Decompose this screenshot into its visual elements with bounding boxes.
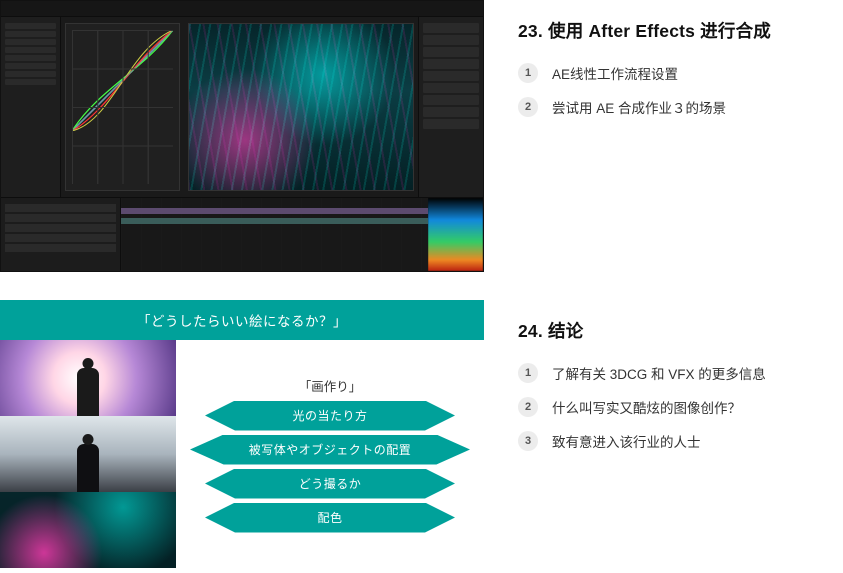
ae-menubar — [1, 1, 483, 17]
ae-project-panel — [1, 17, 61, 197]
list-item[interactable]: 1 AE线性工作流程设置 — [518, 63, 843, 83]
diamond-text: 光の当たり方 — [292, 407, 367, 424]
list-item[interactable]: 1 了解有关 3DCG 和 VFX 的更多信息 — [518, 363, 843, 383]
diamond-text: どう撮るか — [299, 475, 362, 492]
section-23-number: 23. — [518, 21, 543, 41]
diamond-text: 被写体やオブジェクトの配置 — [249, 441, 412, 458]
slide-diamond: 光の当たり方 — [205, 401, 455, 431]
step-number-badge: 1 — [518, 363, 538, 383]
section-24-steps: 1 了解有关 3DCG 和 VFX 的更多信息 2 什么叫写实又酷炫的图像创作？… — [518, 363, 843, 451]
list-item[interactable]: 2 什么叫写实又酷炫的图像创作？ — [518, 397, 843, 417]
section-24-title-text: 结论 — [548, 321, 583, 341]
slide-diamond-list: 「画作り」 光の当たり方 被写体やオブジェクトの配置 どう撮るか 配色 — [176, 340, 484, 568]
slide: 「どうしたらいい絵になるか？」 「画作り」 光の当たり方 — [0, 300, 484, 568]
step-number-badge: 2 — [518, 397, 538, 417]
section-24-number: 24. — [518, 321, 543, 341]
audio-spectrum-icon — [428, 198, 483, 271]
slide-photo-2-icon — [0, 416, 176, 492]
step-text: 了解有关 3DCG 和 VFX 的更多信息 — [552, 363, 766, 383]
slide-photo-1-icon — [0, 340, 176, 416]
ae-effects-panel — [418, 17, 483, 197]
section-23-content: 23. 使用 After Effects 进行合成 1 AE线性工作流程设置 2… — [484, 0, 843, 131]
list-item[interactable]: 2 尝试用 AE 合成作业３的场景 — [518, 97, 843, 117]
section-24-row: 「どうしたらいい絵になるか？」 「画作り」 光の当たり方 — [0, 300, 843, 568]
timeline-layer-list — [1, 198, 121, 271]
ae-curves-panel — [65, 23, 180, 191]
step-text: AE线性工作流程设置 — [552, 63, 678, 83]
slide-diamond: どう撮るか — [205, 469, 455, 499]
curves-graph-icon — [72, 30, 173, 131]
section-23-steps: 1 AE线性工作流程设置 2 尝试用 AE 合成作业３的场景 — [518, 63, 843, 117]
slide-header: 「どうしたらいい絵になるか？」 — [0, 300, 484, 340]
step-text: 尝试用 AE 合成作业３的场景 — [552, 97, 726, 117]
timeline-tracks — [121, 198, 428, 271]
slide-diamond: 配色 — [205, 503, 455, 533]
ae-mid-panels — [61, 17, 418, 197]
slide-header-text: 「どうしたらいい絵になるか？」 — [137, 310, 347, 330]
ae-timeline-panel — [1, 197, 483, 271]
slide-subhead: 「画作り」 — [299, 376, 362, 395]
slide-body: 「画作り」 光の当たり方 被写体やオブジェクトの配置 どう撮るか 配色 — [0, 340, 484, 568]
after-effects-thumbnail — [0, 0, 484, 272]
silhouette-icon — [77, 368, 99, 416]
section-24-content: 24. 结论 1 了解有关 3DCG 和 VFX 的更多信息 2 什么叫写实又酷… — [484, 300, 843, 465]
slide-thumbnail: 「どうしたらいい絵になるか？」 「画作り」 光の当たり方 — [0, 300, 484, 568]
diamond-text: 配色 — [317, 509, 342, 526]
ae-window — [0, 0, 484, 272]
ae-composition-viewer — [188, 23, 414, 191]
section-23-title: 23. 使用 After Effects 进行合成 — [518, 18, 843, 43]
step-number-badge: 3 — [518, 431, 538, 451]
silhouette-icon — [77, 444, 99, 492]
section-23-title-text: 使用 After Effects 进行合成 — [548, 21, 771, 41]
slide-diamond: 被写体やオブジェクトの配置 — [190, 435, 470, 465]
slide-photo-3-icon — [0, 492, 176, 568]
step-text: 什么叫写实又酷炫的图像创作？ — [552, 397, 741, 417]
step-number-badge: 2 — [518, 97, 538, 117]
step-number-badge: 1 — [518, 63, 538, 83]
section-24-title: 24. 结论 — [518, 318, 843, 343]
ae-body — [1, 17, 483, 197]
section-23-row: 23. 使用 After Effects 进行合成 1 AE线性工作流程设置 2… — [0, 0, 843, 272]
step-text: 致有意进入该行业的人士 — [552, 431, 701, 451]
neon-scene-icon — [189, 24, 413, 190]
slide-photo-stack — [0, 340, 176, 568]
list-item[interactable]: 3 致有意进入该行业的人士 — [518, 431, 843, 451]
